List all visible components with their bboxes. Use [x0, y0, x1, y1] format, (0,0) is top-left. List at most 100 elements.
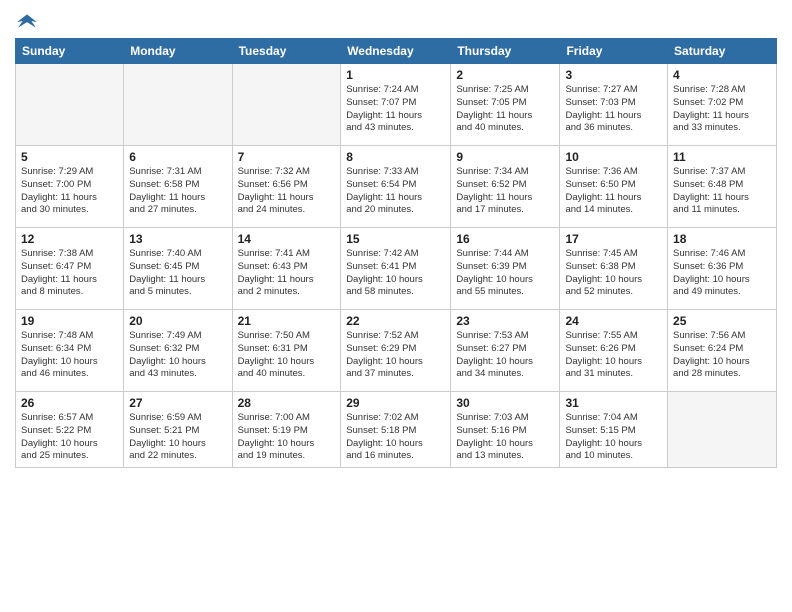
calendar-cell: 24Sunrise: 7:55 AM Sunset: 6:26 PM Dayli…	[560, 310, 668, 392]
day-info: Sunrise: 7:34 AM Sunset: 6:52 PM Dayligh…	[456, 166, 554, 217]
day-info: Sunrise: 7:52 AM Sunset: 6:29 PM Dayligh…	[346, 330, 445, 381]
day-info: Sunrise: 7:02 AM Sunset: 5:18 PM Dayligh…	[346, 412, 445, 463]
page: SundayMondayTuesdayWednesdayThursdayFrid…	[0, 0, 792, 612]
calendar-week-2: 12 Sunrise: 7:38 AM Sunset: 6:47 PM Dayli…	[16, 228, 777, 310]
day-info: Sunrise: 7:38 AM Sunset: 6:47 PM Dayligh…	[21, 248, 118, 299]
logo-text	[15, 10, 38, 32]
day-info: Sunrise: 7:31 AM Sunset: 6:58 PM Dayligh…	[129, 166, 226, 217]
calendar-cell: 7 Sunrise: 7:32 AM Sunset: 6:56 PM Daylig…	[232, 146, 341, 228]
calendar-cell	[124, 64, 232, 146]
day-number: 16	[456, 232, 554, 246]
day-number: 24	[565, 314, 662, 328]
calendar-cell: 22 Sunrise: 7:52 AM Sunset: 6:29 PM Dayli…	[341, 310, 451, 392]
day-number: 27	[129, 396, 226, 410]
calendar-week-1: 5 Sunrise: 7:29 AM Sunset: 7:00 PM Daylig…	[16, 146, 777, 228]
day-info: Sunrise: 7:00 AM Sunset: 5:19 PM Dayligh…	[238, 412, 336, 463]
day-number: 19	[21, 314, 118, 328]
day-number: 2	[456, 68, 554, 82]
day-number: 23	[456, 314, 554, 328]
calendar: SundayMondayTuesdayWednesdayThursdayFrid…	[15, 38, 777, 468]
calendar-header: SundayMondayTuesdayWednesdayThursdayFrid…	[16, 39, 777, 64]
weekday-header-saturday: Saturday	[668, 39, 777, 64]
day-number: 8	[346, 150, 445, 164]
calendar-cell: 26Sunrise: 6:57 AM Sunset: 5:22 PM Dayli…	[16, 392, 124, 468]
day-number: 12	[21, 232, 118, 246]
day-number: 31	[565, 396, 662, 410]
calendar-cell: 11 Sunrise: 7:37 AM Sunset: 6:48 PM Dayli…	[668, 146, 777, 228]
calendar-cell	[232, 64, 341, 146]
day-info: Sunrise: 7:03 AM Sunset: 5:16 PM Dayligh…	[456, 412, 554, 463]
calendar-cell: 15Sunrise: 7:42 AM Sunset: 6:41 PM Dayli…	[341, 228, 451, 310]
day-info: Sunrise: 7:32 AM Sunset: 6:56 PM Dayligh…	[238, 166, 336, 217]
calendar-cell: 5 Sunrise: 7:29 AM Sunset: 7:00 PM Daylig…	[16, 146, 124, 228]
day-number: 17	[565, 232, 662, 246]
calendar-week-3: 19Sunrise: 7:48 AM Sunset: 6:34 PM Dayli…	[16, 310, 777, 392]
logo-bird-icon	[16, 10, 38, 32]
logo	[15, 10, 38, 30]
day-info: Sunrise: 7:33 AM Sunset: 6:54 PM Dayligh…	[346, 166, 445, 217]
calendar-cell: 1Sunrise: 7:24 AM Sunset: 7:07 PM Daylig…	[341, 64, 451, 146]
day-info: Sunrise: 7:36 AM Sunset: 6:50 PM Dayligh…	[565, 166, 662, 217]
day-number: 1	[346, 68, 445, 82]
day-info: Sunrise: 7:53 AM Sunset: 6:27 PM Dayligh…	[456, 330, 554, 381]
day-info: Sunrise: 7:46 AM Sunset: 6:36 PM Dayligh…	[673, 248, 771, 299]
day-info: Sunrise: 7:37 AM Sunset: 6:48 PM Dayligh…	[673, 166, 771, 217]
day-number: 21	[238, 314, 336, 328]
calendar-cell: 13 Sunrise: 7:40 AM Sunset: 6:45 PM Dayli…	[124, 228, 232, 310]
calendar-cell: 23 Sunrise: 7:53 AM Sunset: 6:27 PM Dayli…	[451, 310, 560, 392]
day-info: Sunrise: 7:25 AM Sunset: 7:05 PM Dayligh…	[456, 84, 554, 135]
calendar-cell: 29 Sunrise: 7:02 AM Sunset: 5:18 PM Dayli…	[341, 392, 451, 468]
day-number: 29	[346, 396, 445, 410]
day-info: Sunrise: 7:50 AM Sunset: 6:31 PM Dayligh…	[238, 330, 336, 381]
weekday-row: SundayMondayTuesdayWednesdayThursdayFrid…	[16, 39, 777, 64]
weekday-header-sunday: Sunday	[16, 39, 124, 64]
calendar-cell: 17 Sunrise: 7:45 AM Sunset: 6:38 PM Dayli…	[560, 228, 668, 310]
weekday-header-monday: Monday	[124, 39, 232, 64]
day-number: 30	[456, 396, 554, 410]
calendar-cell: 10Sunrise: 7:36 AM Sunset: 6:50 PM Dayli…	[560, 146, 668, 228]
calendar-cell: 12 Sunrise: 7:38 AM Sunset: 6:47 PM Dayli…	[16, 228, 124, 310]
day-number: 6	[129, 150, 226, 164]
day-number: 3	[565, 68, 662, 82]
day-number: 9	[456, 150, 554, 164]
calendar-body: 1Sunrise: 7:24 AM Sunset: 7:07 PM Daylig…	[16, 64, 777, 468]
day-number: 13	[129, 232, 226, 246]
calendar-cell: 6 Sunrise: 7:31 AM Sunset: 6:58 PM Daylig…	[124, 146, 232, 228]
day-number: 22	[346, 314, 445, 328]
calendar-cell: 19Sunrise: 7:48 AM Sunset: 6:34 PM Dayli…	[16, 310, 124, 392]
calendar-cell: 16Sunrise: 7:44 AM Sunset: 6:39 PM Dayli…	[451, 228, 560, 310]
day-number: 11	[673, 150, 771, 164]
calendar-week-4: 26Sunrise: 6:57 AM Sunset: 5:22 PM Dayli…	[16, 392, 777, 468]
weekday-header-tuesday: Tuesday	[232, 39, 341, 64]
day-info: Sunrise: 7:29 AM Sunset: 7:00 PM Dayligh…	[21, 166, 118, 217]
calendar-week-0: 1Sunrise: 7:24 AM Sunset: 7:07 PM Daylig…	[16, 64, 777, 146]
day-info: Sunrise: 7:40 AM Sunset: 6:45 PM Dayligh…	[129, 248, 226, 299]
calendar-cell: 4Sunrise: 7:28 AM Sunset: 7:02 PM Daylig…	[668, 64, 777, 146]
day-number: 18	[673, 232, 771, 246]
weekday-header-friday: Friday	[560, 39, 668, 64]
day-number: 5	[21, 150, 118, 164]
calendar-cell: 18 Sunrise: 7:46 AM Sunset: 6:36 PM Dayli…	[668, 228, 777, 310]
calendar-cell: 30 Sunrise: 7:03 AM Sunset: 5:16 PM Dayli…	[451, 392, 560, 468]
calendar-cell: 20Sunrise: 7:49 AM Sunset: 6:32 PM Dayli…	[124, 310, 232, 392]
calendar-cell: 14Sunrise: 7:41 AM Sunset: 6:43 PM Dayli…	[232, 228, 341, 310]
calendar-cell: 25Sunrise: 7:56 AM Sunset: 6:24 PM Dayli…	[668, 310, 777, 392]
day-info: Sunrise: 7:45 AM Sunset: 6:38 PM Dayligh…	[565, 248, 662, 299]
day-info: Sunrise: 6:57 AM Sunset: 5:22 PM Dayligh…	[21, 412, 118, 463]
header	[15, 10, 777, 30]
day-number: 28	[238, 396, 336, 410]
day-info: Sunrise: 7:04 AM Sunset: 5:15 PM Dayligh…	[565, 412, 662, 463]
weekday-header-wednesday: Wednesday	[341, 39, 451, 64]
calendar-cell: 21 Sunrise: 7:50 AM Sunset: 6:31 PM Dayli…	[232, 310, 341, 392]
day-info: Sunrise: 7:49 AM Sunset: 6:32 PM Dayligh…	[129, 330, 226, 381]
calendar-cell: 2 Sunrise: 7:25 AM Sunset: 7:05 PM Daylig…	[451, 64, 560, 146]
day-number: 7	[238, 150, 336, 164]
calendar-cell: 8 Sunrise: 7:33 AM Sunset: 6:54 PM Daylig…	[341, 146, 451, 228]
day-info: Sunrise: 7:28 AM Sunset: 7:02 PM Dayligh…	[673, 84, 771, 135]
day-number: 15	[346, 232, 445, 246]
calendar-cell	[16, 64, 124, 146]
weekday-header-thursday: Thursday	[451, 39, 560, 64]
calendar-cell: 31 Sunrise: 7:04 AM Sunset: 5:15 PM Dayli…	[560, 392, 668, 468]
day-info: Sunrise: 7:41 AM Sunset: 6:43 PM Dayligh…	[238, 248, 336, 299]
calendar-cell: 28 Sunrise: 7:00 AM Sunset: 5:19 PM Dayli…	[232, 392, 341, 468]
